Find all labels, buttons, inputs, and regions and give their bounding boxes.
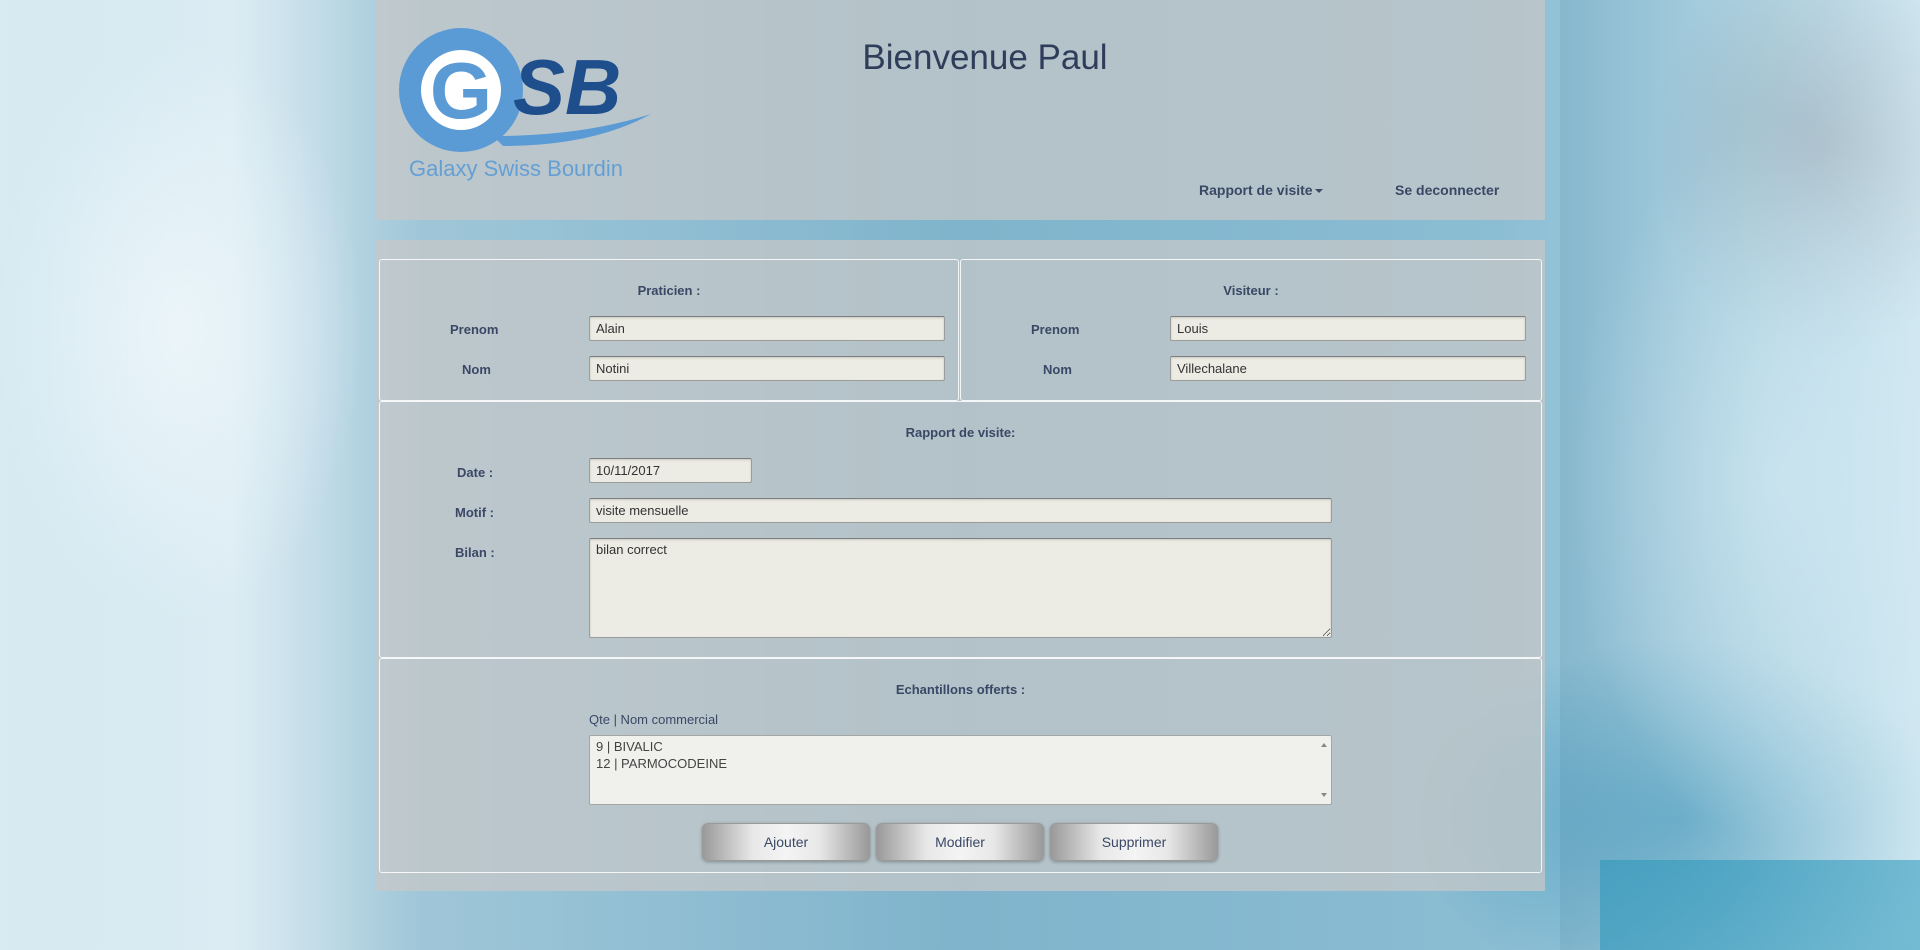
echantillons-list-header: Qte | Nom commercial <box>589 712 719 727</box>
logout-link[interactable]: Se deconnecter <box>1395 182 1499 198</box>
praticien-prenom-field[interactable] <box>589 316 945 341</box>
page-header: G SB Galaxy Swiss Bourdin Bienvenue Paul… <box>375 0 1545 220</box>
logo-subtitle: Galaxy Swiss Bourdin <box>409 156 623 181</box>
welcome-title: Bienvenue Paul <box>862 38 1108 77</box>
motif-label: Motif : <box>455 505 494 520</box>
svg-text:G: G <box>430 46 492 135</box>
praticien-prenom-label: Prenom <box>450 322 499 337</box>
background-lab-left <box>0 0 380 950</box>
list-item[interactable]: 9 | BIVALIC <box>596 738 1325 755</box>
echantillons-listbox[interactable]: 9 | BIVALIC 12 | PARMOCODEINE <box>589 735 1332 805</box>
bilan-label: Bilan : <box>455 545 495 560</box>
delete-button[interactable]: Supprimer <box>1050 823 1218 861</box>
visiteur-prenom-label: Prenom <box>1031 322 1080 337</box>
gsb-logo: G SB Galaxy Swiss Bourdin <box>399 28 651 181</box>
nav-rapport-dropdown[interactable]: Rapport de visite <box>1199 182 1323 198</box>
praticien-title: Praticien : <box>637 283 701 298</box>
caret-down-icon <box>1314 189 1323 194</box>
scroll-down-icon[interactable] <box>1321 793 1327 797</box>
echantillons-title: Echantillons offerts : <box>895 682 1026 697</box>
date-field[interactable] <box>589 458 752 483</box>
visiteur-nom-field[interactable] <box>1170 356 1526 381</box>
list-item[interactable]: 12 | PARMOCODEINE <box>596 755 1325 772</box>
svg-text:SB: SB <box>513 43 621 131</box>
background-flask-liquid <box>1600 860 1920 950</box>
nav-rapport-label: Rapport de visite <box>1199 182 1313 198</box>
background-lab-right <box>1560 0 1920 950</box>
visiteur-prenom-field[interactable] <box>1170 316 1526 341</box>
bilan-textarea[interactable]: bilan correct <box>589 538 1332 638</box>
scroll-up-icon[interactable] <box>1321 743 1327 747</box>
add-button[interactable]: Ajouter <box>702 823 870 861</box>
visiteur-nom-label: Nom <box>1043 362 1072 377</box>
date-label: Date : <box>457 465 494 480</box>
rapport-title: Rapport de visite: <box>905 425 1016 440</box>
motif-field[interactable] <box>589 498 1332 523</box>
praticien-nom-label: Nom <box>462 362 491 377</box>
visiteur-title: Visiteur : <box>1223 283 1279 298</box>
praticien-nom-field[interactable] <box>589 356 945 381</box>
edit-button[interactable]: Modifier <box>876 823 1044 861</box>
